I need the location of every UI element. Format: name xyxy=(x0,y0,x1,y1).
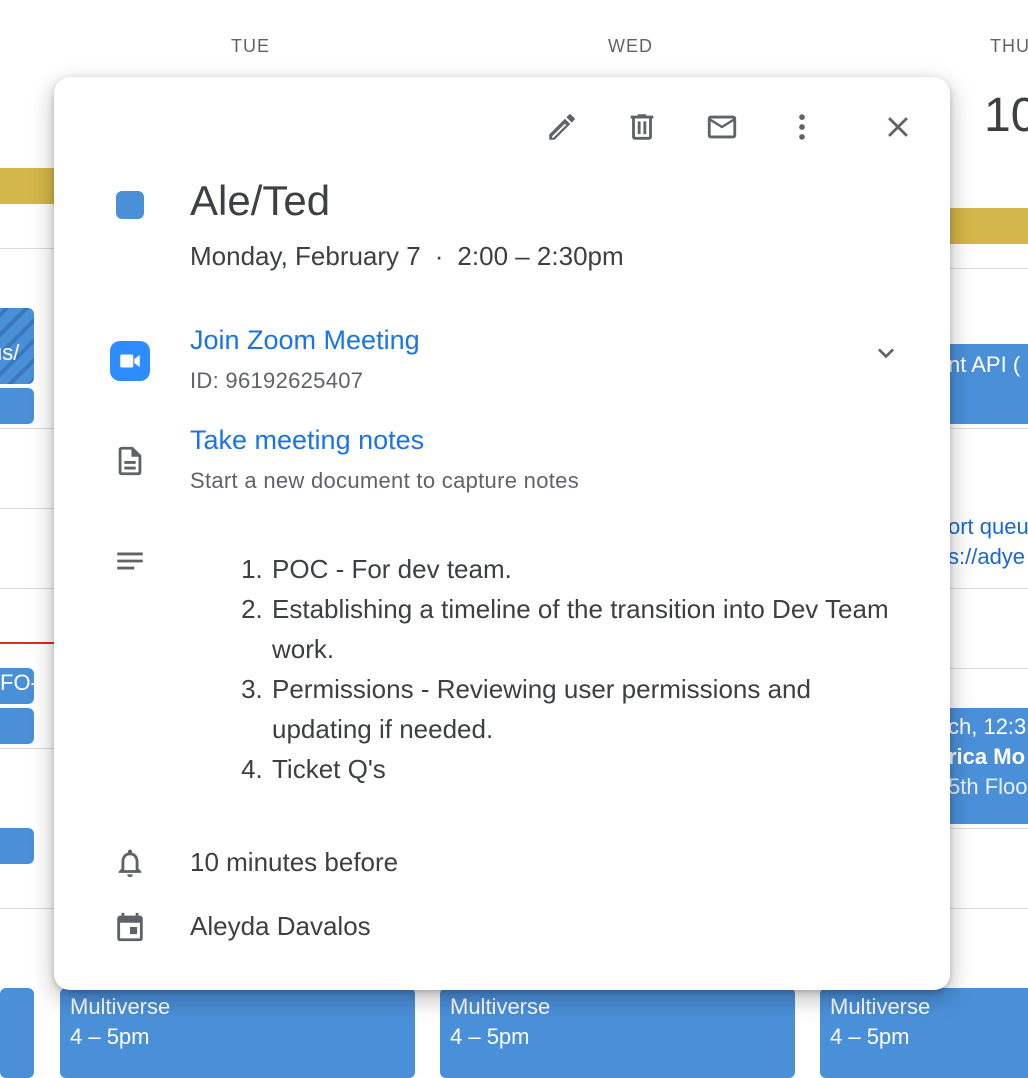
calendar-event-multiverse[interactable]: Multiverse 4 – 5pm xyxy=(820,988,1028,1078)
hour-line xyxy=(948,428,1028,429)
calendar-icon xyxy=(110,907,150,947)
event-date: Monday, February 7 xyxy=(190,241,421,271)
hour-line xyxy=(948,668,1028,669)
more-options-icon xyxy=(799,114,805,140)
hour-line xyxy=(948,828,1028,829)
edit-icon xyxy=(549,114,575,140)
day-number-thu[interactable]: 10 xyxy=(984,88,1028,143)
day-label-wed: WED xyxy=(608,36,653,56)
event-time: 4 – 5pm xyxy=(450,1024,530,1049)
agenda-item: Ticket Q's xyxy=(270,749,910,789)
date-time-separator: · xyxy=(434,241,444,271)
more-options-button[interactable] xyxy=(778,103,826,151)
hour-line xyxy=(0,588,56,589)
calendar-event[interactable] xyxy=(0,828,34,864)
join-zoom-meeting-link[interactable]: Join Zoom Meeting xyxy=(190,325,420,356)
edit-event-button[interactable] xyxy=(538,103,586,151)
calendar-event[interactable] xyxy=(0,388,34,424)
calendar-event-multiverse[interactable]: Multiverse 4 – 5pm xyxy=(60,988,415,1078)
calendar-event-multiverse[interactable]: Multiverse 4 – 5pm xyxy=(440,988,795,1078)
calendar-event[interactable]: ort queu s://adye xyxy=(940,508,1028,588)
all-day-event-bar[interactable] xyxy=(948,208,1028,244)
event-description: POC - For dev team. Establishing a timel… xyxy=(190,549,910,789)
event-title: ch, 12:3 xyxy=(948,714,1027,739)
reminder-text: 10 minutes before xyxy=(190,847,399,877)
event-title: Multiverse xyxy=(450,994,551,1019)
event-title: Multiverse xyxy=(830,994,931,1019)
hour-line xyxy=(948,588,1028,589)
hour-line xyxy=(948,268,1028,269)
hour-line xyxy=(948,908,1028,909)
event-title: ort queu xyxy=(948,514,1028,539)
event-title: us/ xyxy=(0,340,20,365)
calendar-event[interactable]: ch, 12:3 rica Mo 5th Floo xyxy=(940,708,1028,824)
take-meeting-notes-link[interactable]: Take meeting notes xyxy=(190,425,424,456)
calendar-event[interactable]: us/ xyxy=(0,308,34,384)
day-label-tue: TUE xyxy=(231,36,270,56)
delete-event-button[interactable] xyxy=(618,103,666,151)
agenda-item: Permissions - Reviewing user permissions… xyxy=(270,669,910,749)
email-guests-button[interactable] xyxy=(698,103,746,151)
expand-conference-button[interactable] xyxy=(866,333,906,373)
hour-line xyxy=(0,748,56,749)
chevron-down-icon xyxy=(878,348,894,359)
hour-line xyxy=(0,508,56,509)
event-title: Ale/Ted xyxy=(190,177,331,224)
all-day-event-bar[interactable] xyxy=(0,168,56,204)
calendar-event[interactable] xyxy=(0,708,34,744)
description-icon xyxy=(110,541,150,581)
close-button[interactable] xyxy=(874,103,922,151)
hour-line xyxy=(0,248,56,249)
current-time-line xyxy=(0,642,56,644)
event-subtitle: s://adye xyxy=(948,544,1026,569)
zoom-meeting-id: ID: 96192625407 xyxy=(190,368,364,393)
calendar-event[interactable]: FO- xyxy=(0,668,34,704)
event-time: 4 – 5pm xyxy=(70,1024,150,1049)
event-subtitle: 5th Floo xyxy=(948,774,1028,799)
document-icon xyxy=(110,441,150,481)
email-icon xyxy=(707,115,737,139)
calendar-event[interactable] xyxy=(0,988,34,1078)
delete-icon xyxy=(630,114,654,140)
event-details-popup: Ale/Ted Monday, February 7 · 2:00 – 2:30pm… xyxy=(54,77,950,990)
agenda-item: POC - For dev team. xyxy=(270,549,910,589)
calendar-owner: Aleyda Davalos xyxy=(190,911,371,941)
event-time: 4 – 5pm xyxy=(830,1024,910,1049)
event-time: 2:00 – 2:30pm xyxy=(457,241,624,271)
meeting-notes-subtitle: Start a new document to capture notes xyxy=(190,468,579,493)
event-title: Multiverse xyxy=(70,994,171,1019)
event-title: rica Mo xyxy=(948,744,1026,769)
hour-line xyxy=(0,428,56,429)
event-title: nt API ( xyxy=(948,352,1021,377)
bell-icon xyxy=(110,843,150,883)
close-icon xyxy=(888,117,908,137)
zoom-icon xyxy=(110,341,150,381)
calendar-event[interactable]: nt API ( xyxy=(940,344,1028,424)
event-title: FO- xyxy=(0,670,34,695)
hour-line xyxy=(0,908,56,909)
event-date-time: Monday, February 7 · 2:00 – 2:30pm xyxy=(190,241,624,272)
agenda-item: Establishing a timeline of the transitio… xyxy=(270,589,910,669)
event-color-chip xyxy=(116,191,144,219)
agenda-list: POC - For dev team. Establishing a timel… xyxy=(190,549,910,789)
day-label-thu: THU xyxy=(990,36,1028,56)
